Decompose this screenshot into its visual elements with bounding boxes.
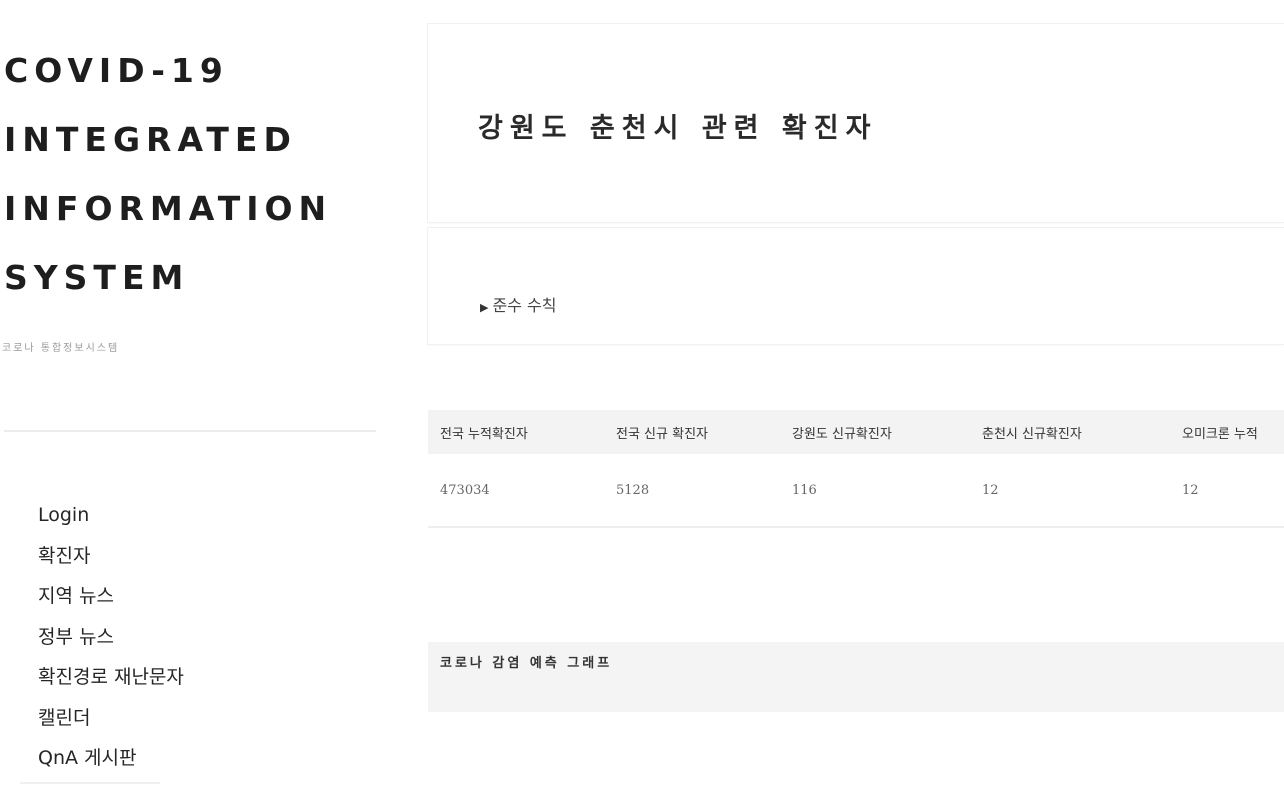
brand-line: COVID-19 — [4, 51, 229, 90]
nav-item-government-news[interactable]: 정부 뉴스 — [38, 622, 184, 663]
page-title: 강원도 춘천시 관련 확진자 — [478, 113, 878, 144]
header-gangwon-new: 강원도 신규확진자 — [780, 410, 970, 454]
nav-item-emergency-messages[interactable]: 확진경로 재난문자 — [38, 662, 184, 703]
nav-item-calendar[interactable]: 캘린더 — [38, 703, 184, 744]
header-chuncheon-new: 춘천시 신규확진자 — [970, 410, 1170, 454]
header-omicron-cumulative: 오미크론 누적 — [1170, 410, 1284, 454]
brand-line: SYSTEM — [4, 258, 190, 297]
prediction-graph-section: 코로나 감염 예측 그래프 — [428, 642, 1284, 712]
brand-line: INFORMATION — [4, 189, 333, 228]
value-national-cumulative: 473034 — [428, 454, 604, 528]
value-omicron-cumulative: 12 — [1170, 454, 1284, 528]
rules-link[interactable]: ▶ 준수 수칙 — [480, 292, 556, 316]
brand-title: COVID-19 INTEGRATED INFORMATION SYSTEM — [4, 36, 332, 312]
value-national-new: 5128 — [604, 454, 780, 528]
nav-item-local-news[interactable]: 지역 뉴스 — [38, 581, 184, 622]
rules-panel: ▶ 준수 수칙 — [428, 228, 1284, 344]
nav-item-login[interactable]: Login — [38, 500, 184, 541]
title-panel: 강원도 춘천시 관련 확진자 — [428, 24, 1284, 222]
header-national-new: 전국 신규 확진자 — [604, 410, 780, 454]
table-row: 473034 5128 116 12 12 — [428, 454, 1284, 528]
sidebar: COVID-19 INTEGRATED INFORMATION SYSTEM 코… — [0, 0, 400, 790]
brand-line: INTEGRATED — [4, 120, 297, 159]
nav-item-qna-board[interactable]: QnA 게시판 — [38, 743, 184, 784]
graph-title: 코로나 감염 예측 그래프 — [440, 656, 613, 671]
sidebar-divider — [4, 430, 376, 432]
header-national-cumulative: 전국 누적확진자 — [428, 410, 604, 454]
rules-link-label: 준수 수칙 — [492, 296, 557, 315]
value-chuncheon-new: 12 — [970, 454, 1170, 528]
brand-subtitle: 코로나 통합정보시스템 — [2, 343, 120, 354]
stats-table: 전국 누적확진자 전국 신규 확진자 강원도 신규확진자 춘천시 신규확진자 오… — [428, 410, 1284, 528]
nav-item-confirmed-cases[interactable]: 확진자 — [38, 541, 184, 582]
value-gangwon-new: 116 — [780, 454, 970, 528]
nav-divider — [20, 782, 160, 784]
sidebar-nav: Login 확진자 지역 뉴스 정부 뉴스 확진경로 재난문자 캘린더 QnA … — [38, 500, 184, 784]
triangle-right-icon: ▶ — [480, 301, 489, 314]
stats-header-row: 전국 누적확진자 전국 신규 확진자 강원도 신규확진자 춘천시 신규확진자 오… — [428, 410, 1284, 454]
